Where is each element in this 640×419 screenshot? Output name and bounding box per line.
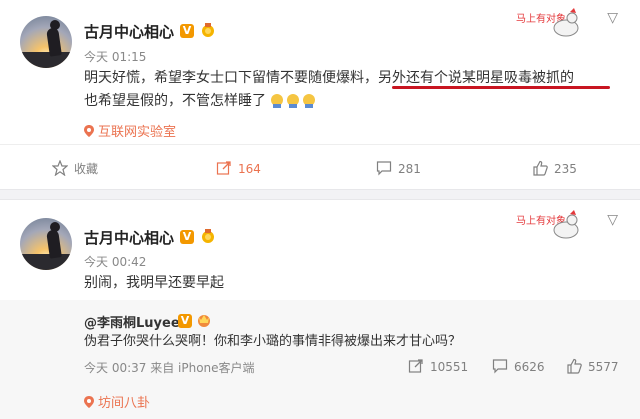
comment-button[interactable]: 281 [376, 160, 421, 176]
like-button[interactable]: 235 [532, 160, 577, 176]
verified-badge-icon: V [178, 314, 192, 328]
source-tag[interactable]: 互联网实验室 [84, 121, 176, 140]
repost-text: 伪君子你哭什么哭啊！你和李小璐的事情非得被爆出来才甘心吗？ [84, 334, 462, 349]
repost-box: @李雨桐Luyee V 伪君子你哭什么哭啊！你和李小璐的事情非得被爆出来才甘心吗… [0, 300, 640, 419]
share-count: 164 [238, 162, 261, 176]
repost-comment-count: 6626 [514, 360, 545, 374]
source-label: 互联网实验室 [98, 125, 177, 140]
repost-share-count: 10551 [430, 360, 469, 374]
star-icon [52, 160, 68, 176]
username[interactable]: 古月中心相心 [84, 21, 174, 42]
verified-badge-icon: V [180, 24, 194, 38]
repost-like-button[interactable]: 5577 [566, 358, 619, 374]
post-time[interactable]: 今天 01:15 [84, 48, 146, 65]
source-tag[interactable]: 坊间八卦 [84, 392, 150, 411]
avatar-ground [20, 52, 72, 68]
verified-badge-icon: V [180, 230, 194, 244]
sticker-decoration: 马上有对象 [514, 8, 584, 40]
sleep-emoji-icons [270, 92, 318, 116]
location-icon [84, 396, 94, 408]
post-text: 明天好慌，希望李女士口下留情不要随便爆料，另外还有个说某明星吸毒被抓的 也希望是… [84, 67, 624, 116]
post-menu-chevron-icon[interactable]: ▽ [607, 10, 618, 26]
comment-icon [492, 359, 508, 374]
location-icon [84, 125, 94, 137]
share-button[interactable]: 164 [216, 160, 261, 176]
weibo-post-1: 古月中心相心 V 马上有对象 ▽ 今天 01:15 明天好慌，希望李女士口下留情… [0, 0, 640, 190]
thumbs-up-icon [533, 160, 548, 176]
like-count: 235 [554, 162, 577, 176]
sticker-decoration: 马上有对象 [514, 210, 584, 242]
favorite-button[interactable]: 收藏 [52, 160, 98, 177]
repost-time-source[interactable]: 今天 00:37 来自 iPhone客户端 [84, 359, 255, 376]
user-avatar[interactable] [20, 218, 72, 270]
favorite-label: 收藏 [74, 162, 99, 176]
crown-badge-icon [198, 315, 210, 327]
avatar-figure [46, 229, 62, 259]
username[interactable]: 古月中心相心 [84, 227, 174, 248]
repost-like-count: 5577 [588, 360, 619, 374]
post-text: 别闹，我明早还要早起 [84, 275, 224, 291]
post-time[interactable]: 今天 00:42 [84, 253, 146, 270]
repost-share-button[interactable]: 10551 [408, 358, 468, 374]
repost-comment-button[interactable]: 6626 [492, 358, 545, 374]
user-avatar[interactable] [20, 16, 72, 68]
post-text-line2: 也希望是假的，不管怎样睡了 [84, 93, 266, 109]
thumbs-up-icon [567, 358, 582, 374]
share-icon [216, 161, 231, 175]
source-label: 坊间八卦 [98, 396, 151, 411]
medal-icon [202, 229, 214, 243]
avatar-figure [46, 27, 62, 57]
red-underline-annotation [392, 86, 610, 89]
share-icon [408, 359, 423, 373]
action-divider [0, 144, 640, 145]
avatar-ground [20, 254, 72, 270]
repost-author-link[interactable]: @李雨桐Luyee [84, 312, 180, 331]
post-text-highlighted: 另外还有个说某明星吸毒被抓的 [378, 70, 574, 86]
weibo-post-2: 古月中心相心 V 马上有对象 ▽ 今天 00:42 别闹，我明早还要早起 @李雨… [0, 199, 640, 419]
comment-count: 281 [398, 162, 421, 176]
post-text-line1: 明天好慌，希望李女士口下留情不要随便爆料， [84, 70, 378, 86]
comment-icon [376, 161, 392, 176]
post-menu-chevron-icon[interactable]: ▽ [607, 212, 618, 228]
medal-icon [202, 23, 214, 37]
